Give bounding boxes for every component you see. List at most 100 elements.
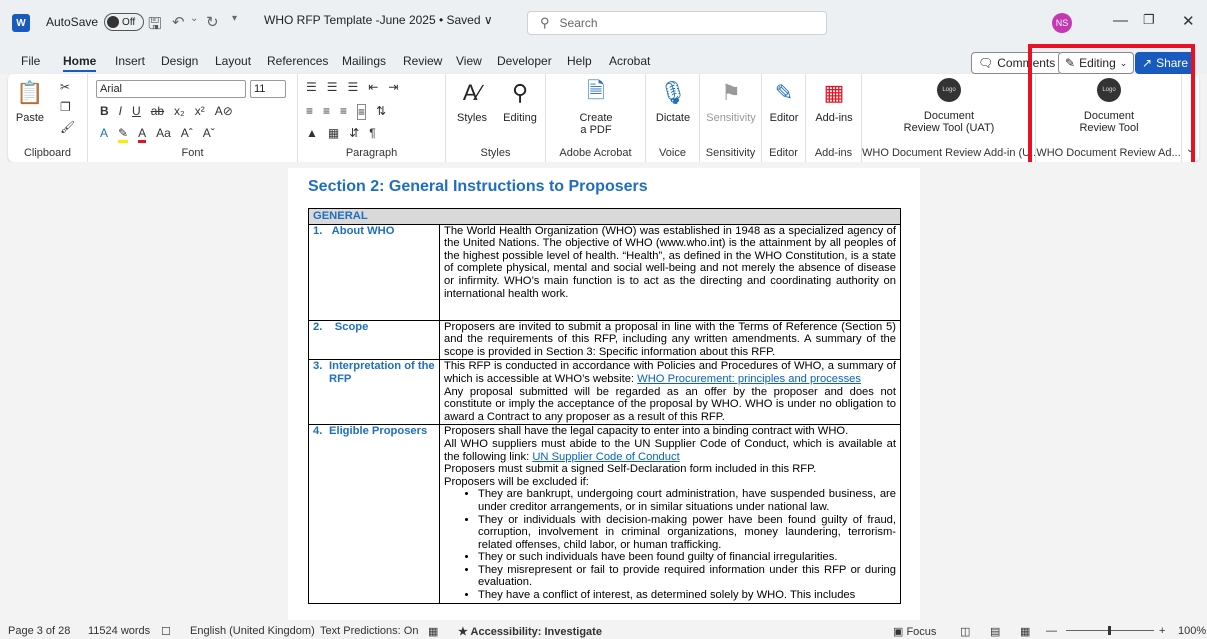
bullets-icon[interactable]: ☰ [306,80,317,94]
microphone-icon: 🎙 [659,80,687,105]
print-layout-icon[interactable]: ▤ [990,625,1000,638]
justify-icon[interactable]: ≡ [357,104,367,120]
bold-icon[interactable]: B [100,104,109,118]
language[interactable]: English (United Kingdom) [190,625,315,637]
macro-icon[interactable]: ▦ [428,625,438,638]
superscript-icon[interactable]: x² [195,104,205,118]
dictate-button[interactable]: 🎙 Dictate [650,78,696,124]
italic-icon[interactable]: I [119,104,122,118]
align-center-icon[interactable]: ≡ [323,104,330,120]
undo-dropdown-icon[interactable]: ⌄ [190,13,198,24]
styles-button[interactable]: A∕ Styles [450,78,494,124]
close-icon[interactable]: ✕ [1182,12,1195,30]
align-right-icon[interactable]: ≡ [340,104,347,120]
subscript-icon[interactable]: x₂ [174,104,185,118]
cut-icon[interactable]: ✂ [60,80,75,94]
change-case-icon[interactable]: Aa [156,126,171,143]
doc-review-button[interactable]: Logo Document Review Tool [1056,78,1162,134]
copy-icon[interactable]: ❐ [60,100,75,114]
search-box[interactable]: ⚲ Search [527,11,827,35]
shrink-font-icon[interactable]: Aˇ [203,126,215,143]
proofing-icon[interactable]: ☐ [161,625,171,638]
share-button[interactable]: ↗ Share [1135,52,1196,74]
font-color-icon[interactable]: A [138,126,147,143]
font-format-row: B I Uab x₂ x² A⊘ [100,104,233,118]
tab-acrobat[interactable]: Acrobat [609,54,650,68]
font-size-select[interactable]: 11 [250,80,286,98]
tab-developer[interactable]: Developer [497,54,552,68]
editor-button[interactable]: ✎ Editor [764,78,804,124]
tab-references[interactable]: References [267,54,328,68]
underline-icon[interactable]: U [132,104,141,118]
ribbon-expand-icon[interactable]: ⌄ [1186,144,1194,155]
status-bar: Page 3 of 28 11524 words ☐ English (Unit… [0,620,1207,639]
addins-label: Add-ins [815,112,853,124]
save-icon[interactable]: 🖫 [148,13,162,40]
undo-icon[interactable]: ↶ [172,13,185,31]
tab-design[interactable]: Design [161,54,198,68]
comments-button[interactable]: 🗨 Comments [971,52,1063,74]
doc-review-uat-button[interactable]: Logo Document Review Tool (UAT) [892,78,1006,134]
chevron-down-icon: ⌄ [1119,57,1128,68]
multilevel-list-icon[interactable]: ☰ [348,80,359,94]
voice-group-label: Voice [659,147,686,159]
text-predictions[interactable]: Text Predictions: On [320,625,418,637]
tab-layout[interactable]: Layout [215,54,251,68]
numbering-icon[interactable]: ☰ [327,80,338,94]
tab-help[interactable]: Help [567,54,592,68]
restore-icon[interactable]: ❐ [1143,12,1155,28]
page-count[interactable]: Page 3 of 28 [8,625,70,637]
zoom-level[interactable]: 100% [1178,625,1206,637]
customize-toolbar-icon[interactable]: ▾ [232,13,237,24]
borders-icon[interactable]: ▦ [328,126,339,140]
font-name-select[interactable]: Arial [96,80,246,98]
row-label: 3. Interpretation of the RFP [308,359,440,426]
sensitivity-button[interactable]: ⚑ Sensitivity [704,78,758,124]
zoom-slider-thumb[interactable] [1108,626,1111,635]
zoom-out-icon[interactable]: — [1046,625,1057,637]
editing-mode-button[interactable]: ✎ Editing ⌄ [1058,52,1135,74]
shading-icon[interactable]: ▲ [306,126,318,140]
tab-mailings[interactable]: Mailings [342,54,386,68]
increase-indent-icon[interactable]: ⇥ [388,80,398,94]
strikethrough-icon[interactable]: ab [151,104,164,118]
tab-insert[interactable]: Insert [115,54,145,68]
read-mode-icon[interactable]: ◫ [960,625,970,638]
tab-home[interactable]: Home [63,54,97,72]
accessibility-status[interactable]: ★ Accessibility: Investigate [458,625,602,638]
autosave-toggle[interactable]: Off [104,13,145,31]
addins-button[interactable]: ▦ Add-ins [810,78,858,124]
paragraph-group-label: Paragraph [345,147,398,159]
dictate-label: Dictate [655,112,691,124]
clear-format-icon[interactable]: A⊘ [215,104,233,118]
tab-review[interactable]: Review [403,54,442,68]
clipboard-small-tools: ✂ ❐ 🖌 [60,80,75,134]
align-left-icon[interactable]: ≡ [306,104,313,120]
document-title[interactable]: WHO RFP Template -June 2025 • Saved ∨ [264,13,493,27]
word-count[interactable]: 11524 words [88,625,150,637]
show-marks-icon[interactable]: ¶ [369,126,375,140]
zoom-in-icon[interactable]: + [1159,625,1165,637]
decrease-indent-icon[interactable]: ⇤ [368,80,378,94]
create-pdf-button[interactable]: 🗎 Create a PDF [574,78,618,136]
avatar[interactable]: NS [1052,13,1072,33]
editing-button[interactable]: ⚲ Editing [498,78,542,124]
highlight-icon[interactable]: ✎ [118,126,129,143]
supplier-code-link[interactable]: UN Supplier Code of Conduct [532,451,679,463]
format-painter-icon[interactable]: 🖌 [60,120,75,134]
redo-icon[interactable]: ↻ [206,13,219,31]
exclusion-list: They are bankrupt, undergoing court admi… [478,488,896,601]
tab-view[interactable]: View [456,54,482,68]
text-effects-icon[interactable]: A [100,126,108,143]
focus-mode[interactable]: ▣ Focus [893,625,936,638]
web-layout-icon[interactable]: ▦ [1020,625,1030,638]
minimize-icon[interactable]: — [1113,12,1128,29]
sort-icon[interactable]: ⇵ [349,126,359,140]
tab-file[interactable]: File [21,54,40,68]
styles-group-label: Styles [480,147,511,159]
line-spacing-icon[interactable]: ⇅ [376,104,386,120]
procurement-link[interactable]: WHO Procurement: principles and processe… [637,373,861,385]
paste-button[interactable]: 📋 Paste [12,78,48,124]
grow-font-icon[interactable]: Aˆ [181,126,193,143]
autosave[interactable]: AutoSave Off [46,13,145,31]
